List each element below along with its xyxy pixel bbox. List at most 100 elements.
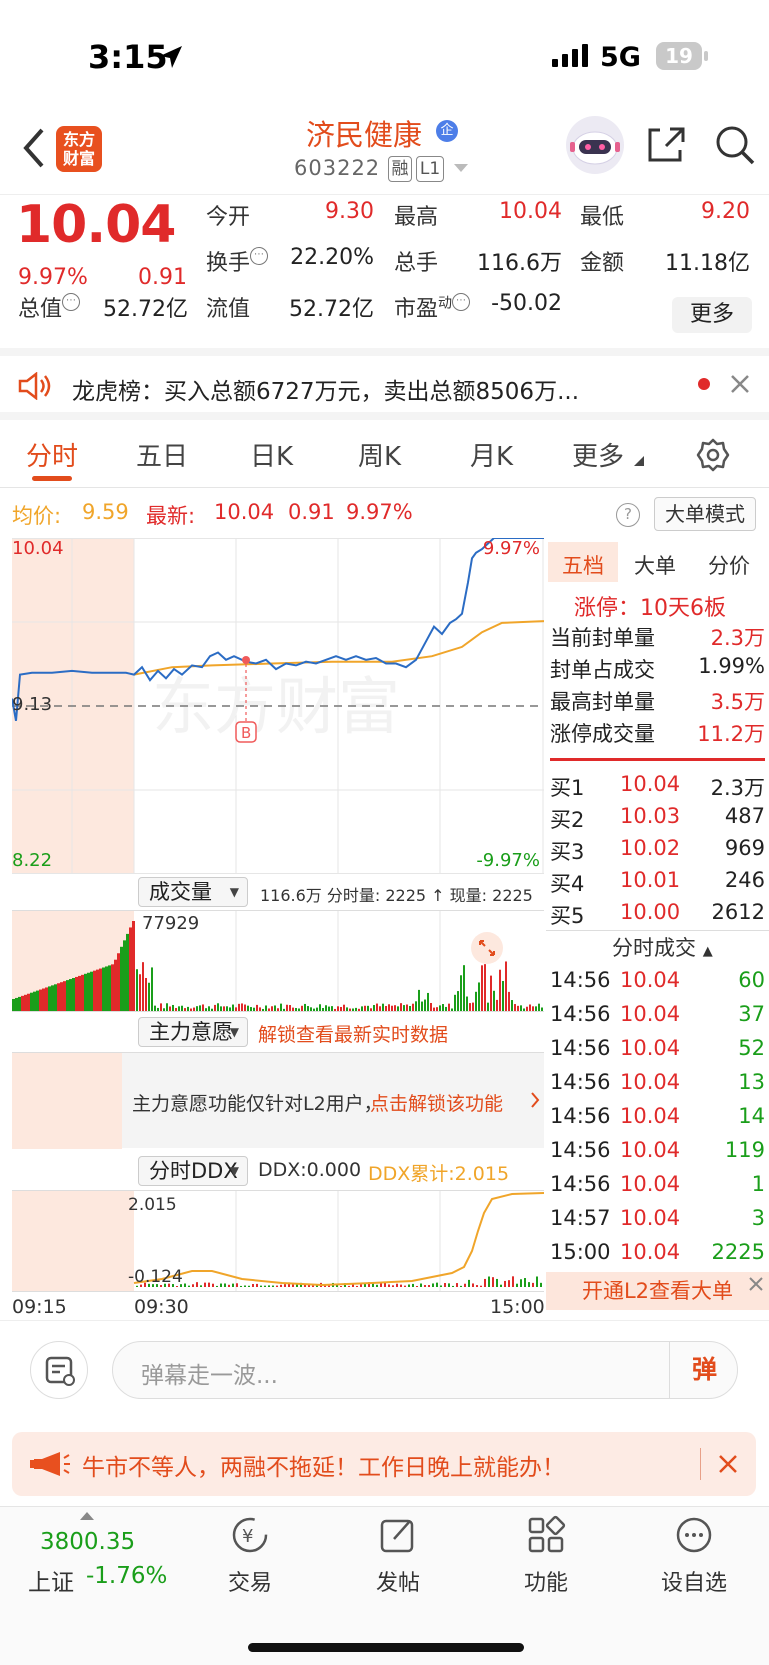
share-icon[interactable] — [646, 124, 686, 164]
help-icon[interactable]: ? — [616, 503, 640, 527]
subtab-big-order[interactable]: 大单 — [634, 550, 676, 580]
quote-label: 总手 — [394, 251, 439, 276]
assistant-avatar[interactable] — [566, 116, 624, 174]
close-icon[interactable] — [730, 374, 750, 394]
info-icon[interactable]: ⋯ — [452, 293, 471, 311]
caret-up-icon[interactable] — [80, 1511, 94, 1521]
edit-icon — [380, 1519, 414, 1553]
notice-bar[interactable]: 龙虎榜：买入总额6727万元，卖出总额8506万... — [0, 348, 769, 420]
tab-intraday[interactable]: 分时 — [26, 436, 78, 473]
svg-text:¥: ¥ — [242, 1526, 253, 1547]
volume-bar — [241, 1003, 243, 1011]
volume-bar — [247, 1005, 249, 1011]
volume-bar — [271, 1006, 273, 1011]
wish-selector[interactable]: 主力意愿 — [138, 1017, 248, 1047]
back-arrow-icon[interactable] — [18, 126, 48, 170]
ddx-bar — [536, 1276, 538, 1287]
trade-price: 10.04 — [620, 1070, 681, 1094]
ddx-bar — [236, 1283, 238, 1287]
index-value[interactable]: 3800.35 — [40, 1529, 135, 1555]
nav-functions[interactable]: 功能 — [496, 1515, 596, 1597]
volume-bar — [535, 1006, 537, 1011]
search-icon[interactable] — [714, 124, 756, 166]
volume-bar — [442, 1004, 444, 1011]
subtab-price-dist[interactable]: 分价 — [708, 550, 750, 580]
trade-time: 14:57 — [550, 1206, 611, 1230]
quote-value: 116.6万 — [477, 251, 562, 276]
dropdown-icon[interactable] — [454, 164, 468, 174]
ddx-bar — [252, 1284, 254, 1287]
call-auction-area — [12, 1191, 134, 1291]
volume-selector[interactable]: 成交量 — [138, 877, 248, 907]
unlock-feature-link[interactable]: 点击解锁该功能 — [370, 1089, 503, 1116]
subtab-five-levels[interactable]: 五档 — [562, 550, 604, 580]
nav-post[interactable]: 发帖 — [348, 1515, 448, 1597]
unlock-link[interactable]: 解锁查看最新实时数据 — [258, 1020, 448, 1047]
volume-bar — [145, 978, 147, 1011]
volume-bar — [223, 1006, 225, 1011]
danmu-toggle[interactable] — [30, 1341, 88, 1399]
nav-label: 交易 — [227, 1571, 272, 1596]
big-order-mode-button[interactable]: 大单模式 — [654, 497, 756, 531]
danmu-send-button[interactable]: 弹 — [669, 1342, 739, 1398]
close-icon[interactable] — [718, 1454, 738, 1474]
bid-row[interactable]: 买2 10.03 487 — [550, 804, 765, 836]
ddx-bar — [360, 1284, 362, 1287]
ddx-selector[interactable]: 分时DDX — [138, 1156, 248, 1186]
tab-weekly-k[interactable]: 周K — [358, 436, 401, 473]
volume-bar — [21, 995, 24, 1011]
volume-bar — [196, 1006, 198, 1011]
ddx-bar — [192, 1284, 194, 1287]
corner-triangle-icon — [634, 456, 644, 466]
volume-bar — [418, 989, 420, 1011]
quote-label: 流值 — [206, 297, 251, 322]
volume-bar — [259, 1007, 261, 1011]
stat-row: 当前封单量 2.3万 — [550, 622, 765, 654]
trade-time: 14:56 — [550, 1172, 611, 1196]
quote-label: 金额 — [580, 251, 625, 276]
quote-value: 22.20% — [290, 245, 374, 270]
price-change-pct: 9.97% — [18, 265, 88, 290]
tab-monthly-k[interactable]: 月K — [470, 436, 513, 473]
tab-five-day[interactable]: 五日 — [136, 436, 188, 473]
quote-value: 11.18亿 — [665, 251, 750, 276]
tab-more[interactable]: 更多 — [572, 436, 624, 473]
volume-bar — [505, 961, 507, 1011]
ddx-value: DDX:0.000 — [258, 1159, 362, 1181]
more-dots-icon — [676, 1517, 712, 1553]
volume-bar — [310, 1007, 312, 1011]
volume-bar — [117, 953, 120, 1011]
open-l2-button[interactable]: 开通L2查看大单 — [546, 1272, 769, 1310]
stat-row: 封单占成交 1.99% — [550, 654, 765, 686]
nav-trade[interactable]: ¥ 交易 — [200, 1515, 300, 1597]
gear-icon[interactable] — [696, 438, 730, 472]
promo-banner[interactable]: 牛市不等人，两融不拖延！工作日晚上就能办！ — [12, 1432, 756, 1496]
bid-row[interactable]: 买1 10.04 2.3万 — [550, 772, 765, 804]
intraday-chart[interactable]: 东方财富 B 10.04 9.13 8.22 9.97% -9.97% — [12, 538, 544, 874]
more-button[interactable]: 更多 — [672, 297, 752, 333]
volume-bar — [319, 1004, 321, 1011]
volume-bar — [157, 1007, 159, 1011]
quote-value: -50.02 — [491, 291, 562, 316]
tab-daily-k[interactable]: 日K — [250, 436, 293, 473]
expand-icon[interactable] — [470, 931, 504, 965]
volume-bar — [139, 974, 141, 1011]
app-logo[interactable]: 东方财富 — [56, 126, 102, 172]
volume-bar — [289, 1005, 291, 1011]
bid-row[interactable]: 买3 10.02 969 — [550, 836, 765, 868]
nav-watchlist[interactable]: 设自选 — [644, 1515, 744, 1597]
ddx-bar — [340, 1285, 342, 1287]
trades-title[interactable]: 分时成交 ▲ — [612, 932, 713, 962]
info-icon[interactable]: ⋯ — [250, 247, 269, 265]
volume-bar — [451, 1008, 453, 1011]
bid-row[interactable]: 买5 10.00 2612 — [550, 900, 765, 932]
info-icon[interactable]: ⋯ — [62, 293, 81, 311]
danmu-input[interactable]: 弹幕走一波... 弹 — [112, 1341, 738, 1399]
trade-price: 10.04 — [620, 1172, 681, 1196]
volume-bar — [36, 990, 39, 1011]
battery-icon: 19 — [656, 42, 702, 70]
volume-bar — [172, 1004, 174, 1011]
volume-bar — [448, 1003, 450, 1011]
close-icon[interactable] — [748, 1276, 764, 1292]
bid-row[interactable]: 买4 10.01 246 — [550, 868, 765, 900]
